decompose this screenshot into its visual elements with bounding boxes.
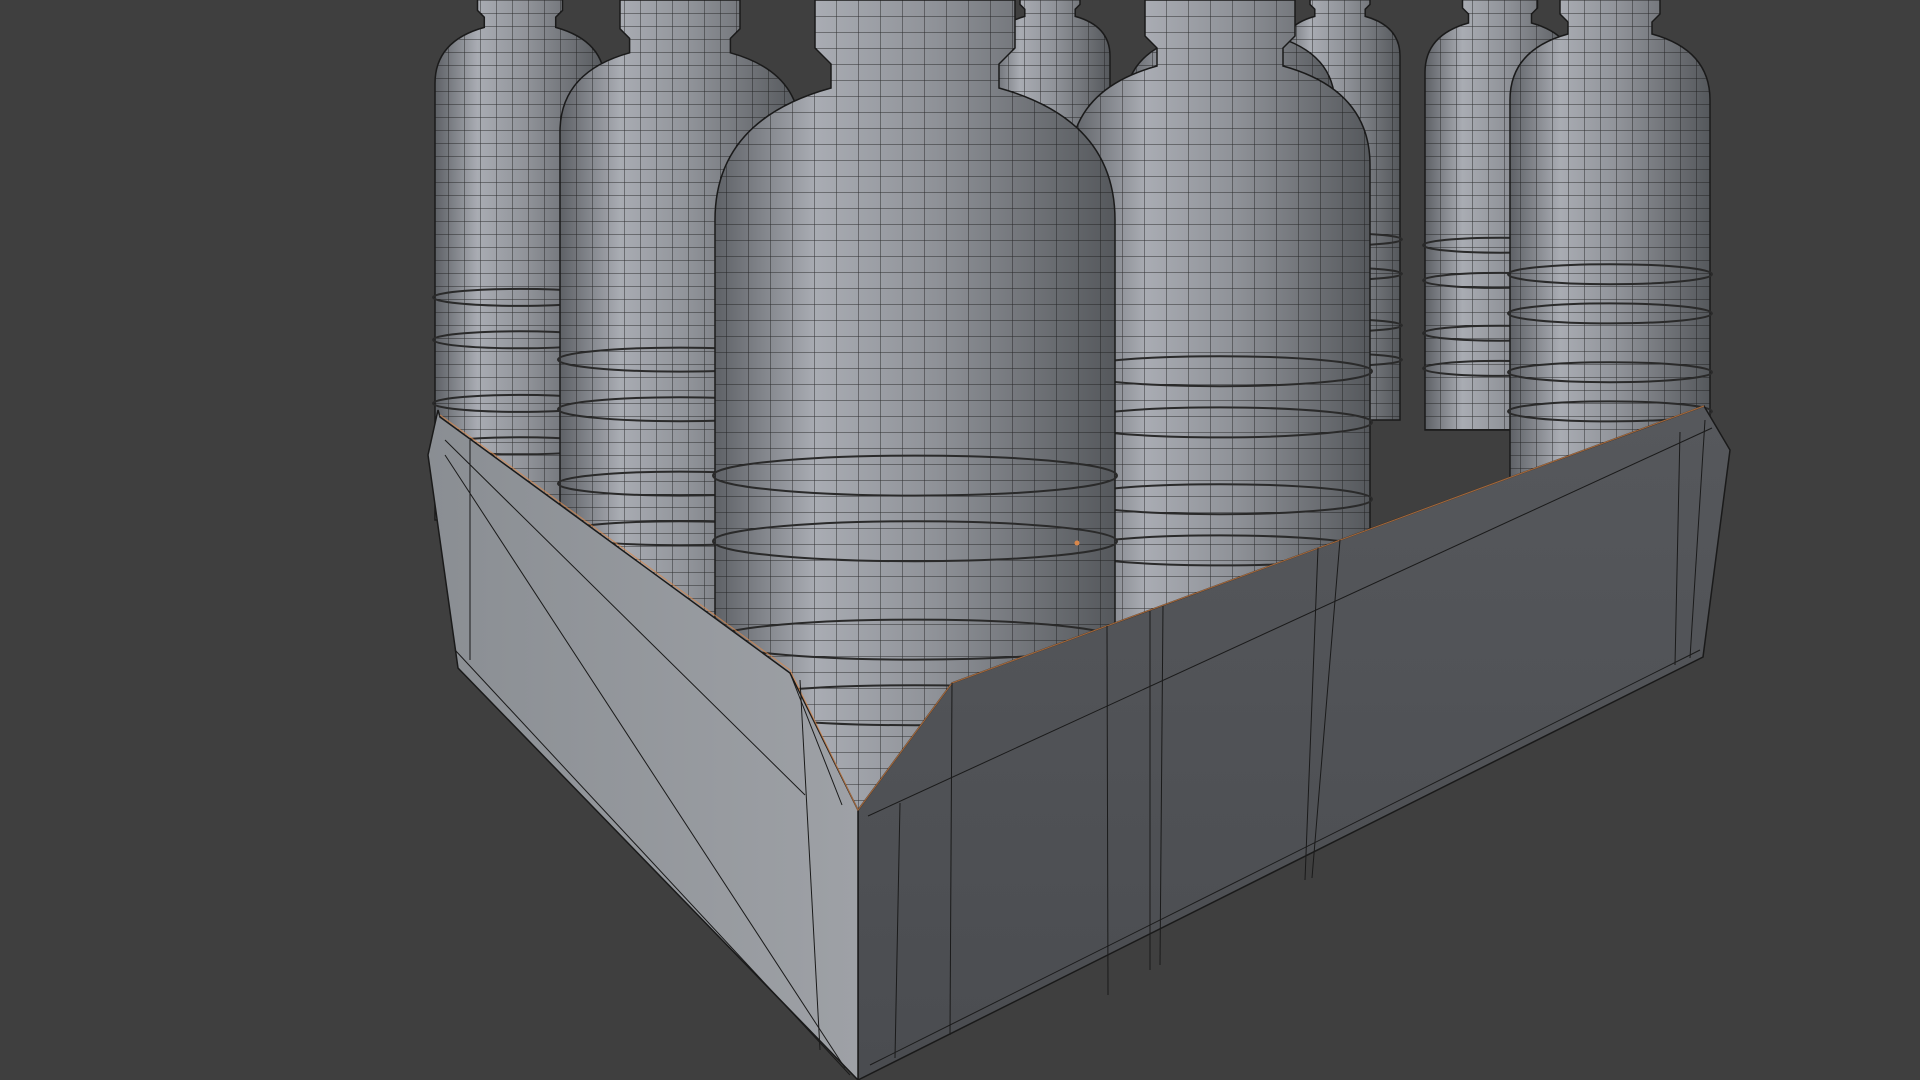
3d-viewport[interactable] <box>0 0 1920 1080</box>
selected-vertex[interactable] <box>1074 540 1080 546</box>
bottle-wireframe-6 <box>1510 0 1710 480</box>
scene-canvas[interactable] <box>0 0 1920 1080</box>
